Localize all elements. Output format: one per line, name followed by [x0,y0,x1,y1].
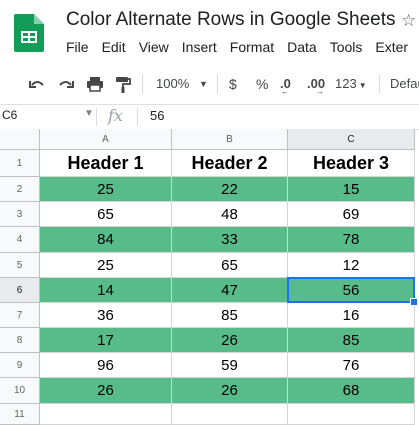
more-formats-button[interactable]: 123 ▼ [335,67,367,101]
row-header-9[interactable]: 9 [0,353,40,378]
menu-tools[interactable]: Tools [330,39,363,57]
data-cell[interactable]: 84 [40,227,172,253]
formula-bar: C6 ▼ fx 56 [0,104,419,130]
row-header-5[interactable]: 5 [0,253,40,278]
data-cell[interactable]: 16 [288,303,415,328]
name-box-dropdown-icon[interactable]: ▼ [84,108,94,119]
menu-bar: File Edit View Insert Format Data Tools … [66,39,419,57]
data-cell[interactable]: 76 [288,353,415,378]
sheets-logo-icon[interactable] [14,14,44,52]
data-cell[interactable]: 22 [172,177,288,202]
zoom-select[interactable]: 100% [156,67,189,101]
data-cell[interactable]: 15 [288,177,415,202]
font-select[interactable]: Defau [390,67,419,101]
data-cell[interactable]: 65 [172,253,288,278]
data-cell[interactable]: 78 [288,227,415,253]
formula-divider [137,108,138,126]
empty-cell[interactable] [288,404,415,425]
menu-insert[interactable]: Insert [182,39,217,57]
name-box[interactable]: C6 [2,108,17,122]
row-header-7[interactable]: 7 [0,303,40,328]
data-cell[interactable]: 26 [172,378,288,404]
fx-icon: fx [108,106,123,125]
menu-view[interactable]: View [139,39,169,57]
percent-format-button[interactable]: % [256,67,268,101]
data-cell[interactable]: 26 [40,378,172,404]
formula-input[interactable]: 56 [150,108,164,123]
data-cell[interactable]: 96 [40,353,172,378]
undo-icon[interactable] [28,67,46,101]
data-cell[interactable]: 25 [40,177,172,202]
menu-extensions[interactable]: Exter [375,39,408,57]
data-cell[interactable]: 59 [172,353,288,378]
data-cell[interactable]: 85 [288,328,415,353]
document-title[interactable]: Color Alternate Rows in Google Sheets [66,9,396,31]
toolbar: 100% ▼ $ % .0 ← .00 → 123▼ Defau [0,67,419,101]
menu-file[interactable]: File [66,39,89,57]
spreadsheet-grid[interactable]: A B C 1 2 3 4 5 6 7 8 9 10 11 Header 1 Header 2 Header 3… [0,129,419,425]
header-cell[interactable]: Header 3 [288,150,415,177]
currency-format-button[interactable]: $ [229,67,237,101]
formula-divider [96,108,97,126]
data-cell[interactable]: 69 [288,202,415,227]
row-header-11[interactable]: 11 [0,404,40,425]
select-all-corner[interactable] [0,129,40,150]
more-formats-dropdown-icon: ▼ [358,81,367,90]
toolbar-divider [217,74,218,94]
data-cell[interactable]: 48 [172,202,288,227]
paint-format-icon[interactable] [114,67,132,101]
data-cell[interactable]: 56 [288,278,415,303]
zoom-value: 100% [156,76,190,91]
data-cell[interactable]: 12 [288,253,415,278]
row-header-4[interactable]: 4 [0,227,40,253]
data-cell[interactable]: 25 [40,253,172,278]
zoom-dropdown-icon[interactable]: ▼ [199,67,208,101]
empty-cell[interactable] [172,404,288,425]
data-cell[interactable]: 33 [172,227,288,253]
menu-data[interactable]: Data [287,39,317,57]
data-cell[interactable]: 85 [172,303,288,328]
toolbar-divider [142,74,143,94]
data-cell[interactable]: 47 [172,278,288,303]
column-header-c[interactable]: C [288,129,415,150]
data-cell[interactable]: 36 [40,303,172,328]
column-header-a[interactable]: A [40,129,172,150]
row-header-8[interactable]: 8 [0,328,40,353]
row-header-2[interactable]: 2 [0,177,40,202]
menu-format[interactable]: Format [230,39,274,57]
fill-handle[interactable] [410,298,418,306]
column-header-b[interactable]: B [172,129,288,150]
toolbar-divider [379,74,380,94]
data-cell[interactable]: 26 [172,328,288,353]
redo-icon[interactable] [57,67,75,101]
data-cell[interactable]: 14 [40,278,172,303]
header-cell[interactable]: Header 1 [40,150,172,177]
menu-edit[interactable]: Edit [102,39,126,57]
empty-cell[interactable] [40,404,172,425]
row-header-1[interactable]: 1 [0,150,40,177]
data-cell[interactable]: 68 [288,378,415,404]
data-cell[interactable]: 65 [40,202,172,227]
header-cell[interactable]: Header 2 [172,150,288,177]
row-header-6[interactable]: 6 [0,278,40,303]
data-cell[interactable]: 17 [40,328,172,353]
row-header-3[interactable]: 3 [0,202,40,227]
row-header-10[interactable]: 10 [0,378,40,404]
print-icon[interactable] [86,67,104,101]
star-icon[interactable]: ☆ [401,11,416,31]
more-formats-label: 123 [335,76,357,91]
